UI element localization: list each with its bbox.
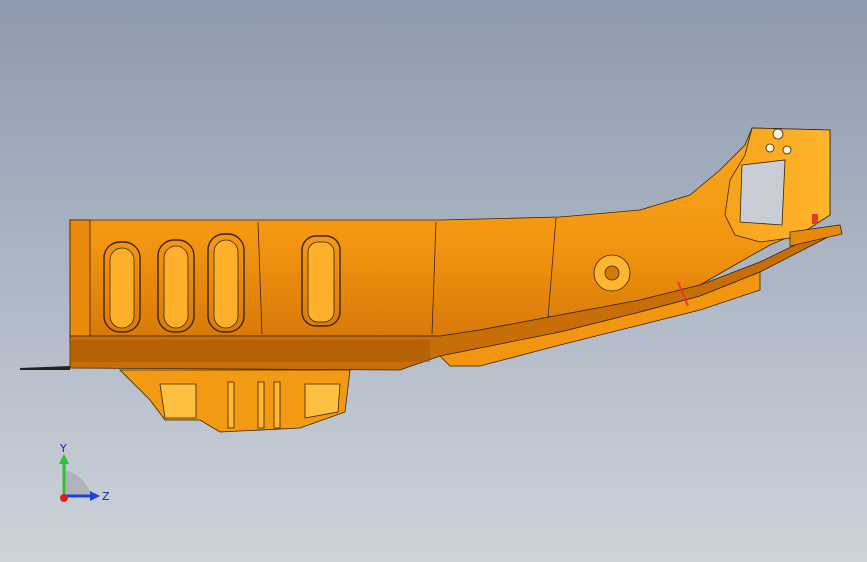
y-axis-label: Y [59,442,67,455]
tower-window [739,159,786,226]
left-flange [20,366,70,370]
tank-rib-3 [273,381,281,429]
panel-slot-1-inner [109,247,135,329]
tower-hole-2 [765,143,775,153]
part-model[interactable] [20,127,843,433]
cad-viewport[interactable] [0,0,867,562]
tank-pocket-right [304,383,341,419]
tank-rib-2 [257,381,265,429]
tank-rib-1 [227,381,235,429]
tower-hole-1 [772,128,784,140]
tower-hole-3 [782,145,792,155]
red-marker-right [812,214,818,224]
triad-plane-shading [64,470,92,496]
y-axis-arrow-icon [59,454,69,464]
z-axis-label: Z [102,490,110,503]
panel-slot-2-inner [163,245,189,329]
x-axis-dot-icon [60,494,68,502]
left-end-cap [69,219,91,337]
z-axis-arrow-icon [90,491,100,501]
panel-slot-3-inner [213,239,239,329]
axis-triad: Y Z [59,442,110,503]
sill-dark-strip [70,340,430,362]
tank-pocket-left [159,383,197,419]
round-boss-hole [604,265,620,281]
panel-slot-4-inner [307,241,335,323]
